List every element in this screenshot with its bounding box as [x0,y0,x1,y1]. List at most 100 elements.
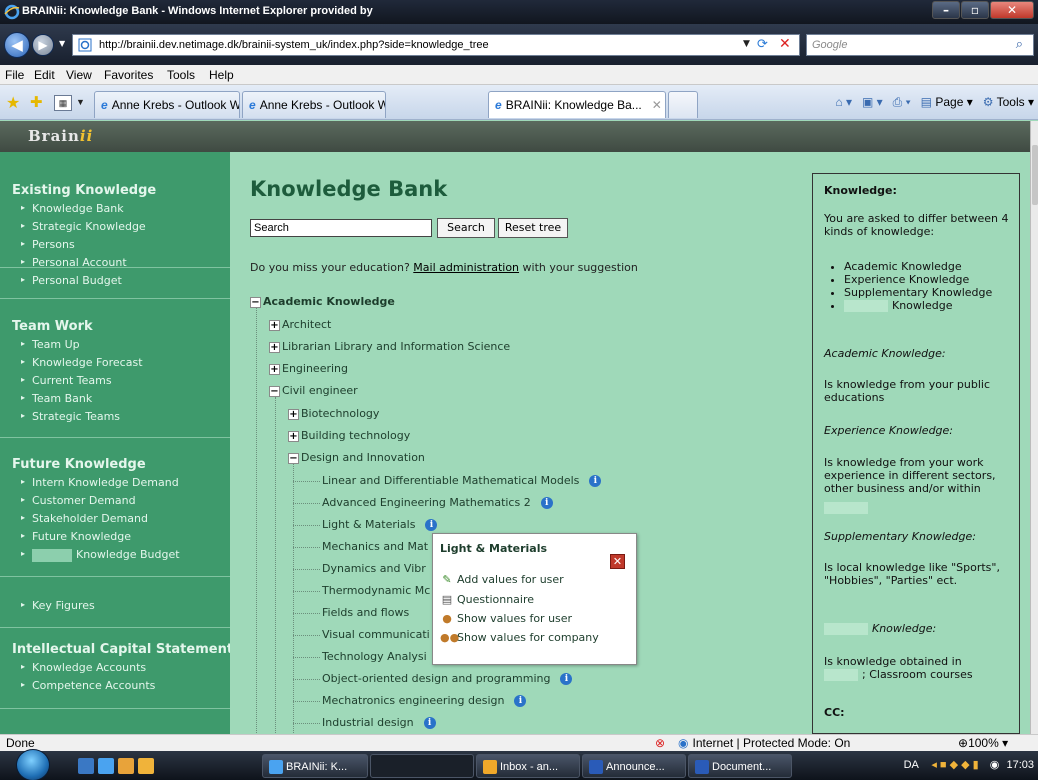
taskbar-brainii[interactable]: BRAINii: K... [262,754,368,778]
tree-leaf[interactable]: Dynamics and Vibr [322,562,426,575]
search-button[interactable]: Search [437,218,495,238]
language-indicator[interactable]: DA [904,759,919,771]
taskbar-document[interactable]: Document... [688,754,792,778]
sidebar-item-knowledge-forecast[interactable]: Knowledge Forecast [21,356,142,369]
start-button[interactable] [16,749,50,780]
forward-button[interactable]: ▶ [32,34,54,56]
recent-pages-dropdown-icon[interactable]: ▼ [59,39,65,48]
sidebar-item-team-bank[interactable]: Team Bank [21,392,92,405]
sidebar-item-personal-account[interactable]: Personal Account [21,256,127,269]
sidebar-item-current-teams[interactable]: Current Teams [21,374,112,387]
sidebar-item-strategic-teams[interactable]: Strategic Teams [21,410,120,423]
sidebar-item-strategic-knowledge[interactable]: Strategic Knowledge [21,220,146,233]
sidebar-item-stakeholder-demand[interactable]: Stakeholder Demand [21,512,148,525]
sidebar-item-team-up[interactable]: Team Up [21,338,80,351]
tree-leaf[interactable]: Mechatronics engineering design i [322,694,527,707]
favorites-star-icon[interactable]: ★ [6,93,20,113]
media-quicklaunch-icon[interactable] [118,758,134,774]
info-icon[interactable]: i [589,475,602,487]
page-scrollbar[interactable] [1030,121,1038,734]
tree-leaf[interactable]: Visual communicati [322,628,430,641]
url-field[interactable]: http://brainii.dev.netimage.dk/brainii-s… [72,34,800,56]
expand-icon[interactable]: + [269,341,280,353]
add-favorite-icon[interactable]: ✚ [30,93,43,111]
tools-menu[interactable]: ⚙ Tools ▾ [983,95,1034,110]
close-popup-icon[interactable]: ✕ [610,554,625,569]
tab-list-dropdown-icon[interactable]: ▼ [76,97,85,107]
print-icon[interactable]: ⎙ ▾ [893,95,911,110]
maximize-button[interactable]: ▫ [961,1,989,19]
mail-administration-link[interactable]: Mail administration [413,261,519,274]
add-values-link[interactable]: ✎ Add values for user [440,573,563,586]
minimize-button[interactable]: – [932,1,960,19]
quick-tabs-icon[interactable]: ▦ [54,95,72,111]
sidebar-item-knowledge-accounts[interactable]: Knowledge Accounts [21,661,146,674]
info-icon[interactable]: i [514,695,527,707]
tree-node[interactable]: + Architect [269,318,331,331]
popup-blocked-icon[interactable]: ⊗ [655,736,665,750]
info-icon[interactable]: i [425,519,438,531]
sidebar-item-key-figures[interactable]: Key Figures [21,599,95,612]
tree-leaf[interactable]: Fields and flows [322,606,409,619]
stop-icon[interactable]: ✕ [779,36,791,52]
page-menu[interactable]: ▤ Page ▾ [921,95,973,110]
show-user-values-link[interactable]: ● Show values for user [440,612,572,625]
back-button[interactable]: ◀ [4,32,30,58]
tree-node[interactable]: + Biotechnology [288,407,379,420]
tree-leaf[interactable]: Industrial design i [322,716,436,729]
search-icon[interactable]: ⌕ [1016,37,1023,52]
sidebar-item-future-knowledge[interactable]: Future Knowledge [21,530,131,543]
collapse-icon[interactable]: − [250,296,261,308]
sidebar-item-knowledge-budget[interactable]: Knowledge Budget [21,548,180,562]
menu-edit[interactable]: Edit [34,68,55,82]
expand-icon[interactable]: + [288,430,299,442]
volume-icon[interactable]: ◉ [990,759,1000,771]
menu-file[interactable]: File [5,68,24,82]
questionnaire-link[interactable]: ▤ Questionnaire [440,593,534,606]
tab-outlook-1[interactable]: eAnne Krebs - Outlook Web... [94,91,240,118]
tree-node[interactable]: − Design and Innovation [288,451,425,464]
close-tab-icon[interactable]: ✕ [652,98,662,112]
info-icon[interactable]: i [540,497,553,509]
tree-node[interactable]: + Building technology [288,429,410,442]
menu-tools[interactable]: Tools [167,68,195,82]
expand-icon[interactable]: + [269,319,280,331]
sidebar-item-intern-knowledge-demand[interactable]: Intern Knowledge Demand [21,476,179,489]
tree-leaf[interactable]: Mechanics and Mat [322,540,428,553]
tree-leaf[interactable]: Object-oriented design and programming i [322,672,573,685]
outlook-quicklaunch-icon[interactable] [138,758,154,774]
menu-view[interactable]: View [66,68,92,82]
brainii-logo[interactable]: Brainii [28,127,93,145]
security-zone[interactable]: ◉ Internet | Protected Mode: On [678,736,850,750]
tab-outlook-2[interactable]: eAnne Krebs - Outlook Web... [242,91,386,118]
zoom-level[interactable]: ⊕100% ▾ [958,736,1008,750]
info-icon[interactable]: i [423,717,436,729]
feeds-icon[interactable]: ▣ ▾ [862,95,883,110]
show-desktop-icon[interactable] [78,758,94,774]
tree-node[interactable]: − Civil engineer [269,384,358,397]
menu-favorites[interactable]: Favorites [104,68,153,82]
show-company-values-link[interactable]: ●●Show values for company [440,631,599,644]
sidebar-item-knowledge-bank[interactable]: Knowledge Bank [21,202,124,215]
tree-node[interactable]: + Engineering [269,362,348,375]
collapse-icon[interactable]: − [288,452,299,464]
scroll-thumb[interactable] [1032,145,1038,205]
expand-icon[interactable]: + [288,408,299,420]
sidebar-item-persons[interactable]: Persons [21,238,75,251]
tab-brainii[interactable]: e BRAINii: Knowledge Ba... ✕ [488,91,666,118]
new-tab-button[interactable] [668,91,698,118]
clock[interactable]: 17:03 [1006,759,1034,771]
tree-node[interactable]: + Librarian Library and Information Scien… [269,340,510,353]
tree-leaf[interactable]: Linear and Differentiable Mathematical M… [322,474,602,487]
reset-tree-button[interactable]: Reset tree [498,218,568,238]
close-window-button[interactable]: ✕ [990,1,1034,19]
tree-search-input[interactable] [250,219,432,237]
tree-node-root[interactable]: − Academic Knowledge [250,295,395,308]
ie-quicklaunch-icon[interactable] [98,758,114,774]
tree-leaf[interactable]: Technology Analysi [322,650,427,663]
collapse-icon[interactable]: − [269,385,280,397]
url-dropdown-icon[interactable]: ▼ [743,39,750,49]
tray-icons[interactable]: ◂ ■ ◆ ◆ ▮ [931,759,978,771]
info-icon[interactable]: i [560,673,573,685]
sidebar-item-personal-budget[interactable]: Personal Budget [21,274,122,287]
